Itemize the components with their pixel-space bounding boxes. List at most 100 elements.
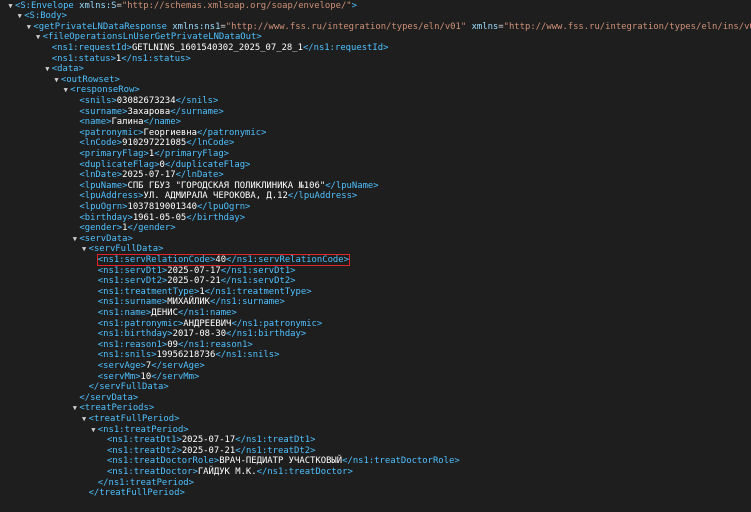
tag-bracket: > bbox=[383, 42, 389, 53]
tag-bracket: </ bbox=[175, 95, 187, 106]
tag-name: patronymic bbox=[84, 127, 139, 138]
tag-bracket: </ bbox=[170, 106, 181, 117]
xml-node-line[interactable]: ▼ <servFullData> bbox=[80, 244, 163, 255]
xml-node-line[interactable]: ▼ <servData> bbox=[70, 233, 133, 245]
closing-tag-name: ns1:birthday bbox=[236, 329, 301, 340]
xml-node-line[interactable]: ▼ <outRowset> bbox=[52, 75, 119, 86]
tag-bracket: </ bbox=[143, 117, 155, 128]
closing-tag-name: ns1:treatDoctor bbox=[267, 466, 348, 477]
closing-tag-name: servAge bbox=[161, 360, 200, 371]
tag-bracket: > bbox=[170, 223, 176, 234]
closing-tag-name: gender bbox=[138, 223, 171, 234]
tag-name: ns1:treatmentType bbox=[103, 286, 194, 297]
tag-bracket: > bbox=[351, 191, 358, 202]
closing-tag-name: patronymic bbox=[207, 127, 262, 138]
xml-node-line[interactable]: ▼ <getPrivateLNDataResponse xmlns:ns1="ht… bbox=[24, 22, 751, 33]
tag-bracket: > bbox=[373, 180, 379, 191]
xml-node-line: <ns1:requestId>GETLNINS_1601540302_2025_… bbox=[43, 43, 389, 54]
xml-node-line: <surname>Захарова</surname> bbox=[70, 107, 223, 118]
tag-bracket: > bbox=[247, 339, 253, 350]
closing-tag-name: ns1:reason1 bbox=[188, 339, 248, 350]
xml-node-line: <lpuAddress>УЛ. АДМИРАЛА ЧЕРОКОВА, Д.12<… bbox=[70, 191, 357, 202]
tag-bracket: > bbox=[132, 392, 139, 403]
xml-node-line: <ns1:snils>19956218736</ns1:snils> bbox=[89, 350, 280, 361]
expand-triangle-icon[interactable]: ▼ bbox=[80, 244, 89, 255]
tag-bracket: </ bbox=[121, 53, 132, 64]
tag-bracket: > bbox=[193, 371, 200, 382]
xml-node-line[interactable]: ▼ <fileOperationsLnUserGetPrivateLNDataOu… bbox=[34, 32, 262, 43]
tag-bracket: </ bbox=[231, 318, 243, 329]
closing-tag-name: snils bbox=[186, 95, 213, 106]
closing-tag-name: duplicateFlag bbox=[175, 159, 246, 170]
element-text: ГАЙДУК М.К. bbox=[197, 466, 257, 477]
tag-bracket: > bbox=[261, 127, 267, 138]
expand-triangle-icon[interactable]: ▼ bbox=[15, 11, 24, 22]
tag-name: duplicateFlag bbox=[84, 159, 155, 170]
tag-bracket: > bbox=[290, 265, 296, 276]
element-text: Георгиевна bbox=[143, 127, 197, 138]
xml-node-line: </treatFullPeriod> bbox=[80, 488, 185, 499]
tag-bracket: > bbox=[183, 424, 189, 435]
element-text: Галина bbox=[111, 117, 144, 128]
xml-node-line[interactable]: ▼ <S:Body> bbox=[15, 11, 67, 22]
element-text: 09 bbox=[167, 339, 178, 350]
element-text: УЛ. АДМИРАЛА ЧЕРОКОВА, Д.12 bbox=[143, 191, 288, 202]
tag-bracket: > bbox=[61, 11, 67, 22]
xml-node-line[interactable]: ▼ <treatPeriods> bbox=[70, 403, 154, 414]
closing-tag-name: ns1:treatDoctorRole bbox=[352, 456, 455, 467]
xml-node-line[interactable]: ▼ <S:Envelope xmlns:S="http://schemas.xml… bbox=[6, 1, 357, 12]
tag-bracket: > bbox=[212, 95, 219, 106]
expand-triangle-icon[interactable]: ▼ bbox=[6, 1, 15, 12]
tag-name: lnDate bbox=[84, 170, 117, 181]
tag-name: servData bbox=[84, 233, 128, 244]
expand-triangle-icon[interactable]: ▼ bbox=[89, 425, 98, 436]
tag-bracket: > bbox=[223, 148, 230, 159]
element-text: МИХАЙЛИК bbox=[167, 297, 211, 308]
tag-bracket: > bbox=[185, 53, 191, 64]
attribute-value: "http://www.fss.ru/integration/types/eln… bbox=[503, 21, 751, 32]
tag-name: responseRow bbox=[75, 85, 135, 96]
expand-triangle-icon[interactable]: ▼ bbox=[34, 32, 43, 43]
xml-node-line[interactable]: ▼ <treatFullPeriod> bbox=[80, 414, 179, 425]
expand-triangle-icon[interactable]: ▼ bbox=[61, 85, 70, 96]
xml-node-line: <duplicateFlag>0</duplicateFlag> bbox=[70, 160, 250, 171]
expand-triangle-icon[interactable]: ▼ bbox=[43, 64, 52, 75]
tag-name: treatPeriods bbox=[84, 403, 149, 414]
tag-bracket: > bbox=[290, 276, 296, 287]
expand-triangle-icon[interactable]: ▼ bbox=[80, 414, 89, 425]
tag-bracket: > bbox=[300, 329, 307, 340]
element-text: 2025-07-17 bbox=[181, 435, 236, 446]
tag-bracket: </ bbox=[235, 445, 246, 456]
tag-bracket: </ bbox=[97, 477, 109, 488]
closing-tag-name: treatFullPeriod bbox=[99, 488, 180, 499]
tag-bracket: > bbox=[245, 159, 251, 170]
tag-bracket: </ bbox=[215, 350, 227, 361]
xml-node-line[interactable]: ▼ <data> bbox=[43, 64, 84, 75]
tag-bracket: > bbox=[231, 307, 237, 318]
xml-node-line: <ns1:surname>МИХАЙЛИК</ns1:surname> bbox=[89, 297, 285, 308]
tag-bracket: </ bbox=[88, 488, 100, 499]
element-text: 2017-08-30 bbox=[172, 329, 227, 340]
tag-bracket: > bbox=[351, 0, 357, 11]
attribute-name: xmlns:ns1 bbox=[172, 21, 221, 32]
tag-name: lpuName bbox=[84, 180, 123, 191]
tag-bracket: </ bbox=[204, 286, 216, 297]
tag-name: ns1:reason1 bbox=[103, 339, 162, 350]
xml-node-line[interactable]: ▼ <responseRow> bbox=[61, 85, 140, 96]
xml-node-line[interactable]: ▼ <ns1:treatPeriod> bbox=[89, 424, 189, 436]
tag-name: gender bbox=[84, 223, 117, 234]
tag-bracket: > bbox=[347, 466, 353, 477]
expand-triangle-icon[interactable]: ▼ bbox=[52, 75, 61, 86]
closing-tag-name: ns1:patronymic bbox=[242, 318, 317, 329]
xml-node-line: <ns1:treatDoctor>ГАЙДУК М.К.</ns1:treatD… bbox=[98, 467, 353, 478]
xml-node-line: <ns1:birthday>2017-08-30</ns1:birthday> bbox=[89, 329, 306, 340]
tag-bracket: </ bbox=[196, 127, 208, 138]
closing-tag-name: lpuOgrn bbox=[207, 201, 246, 212]
xml-node-line: <ns1:status>1</ns1:status> bbox=[43, 54, 191, 65]
element-text: GETLNINS_1601540302_2025_07_28_1 bbox=[131, 42, 303, 53]
xml-node-line: <snils>03082673234</snils> bbox=[70, 96, 218, 107]
tag-name: servAge bbox=[103, 360, 141, 371]
tag-bracket: > bbox=[175, 117, 181, 128]
element-text: 10 bbox=[140, 371, 152, 382]
tag-bracket: > bbox=[310, 445, 316, 456]
